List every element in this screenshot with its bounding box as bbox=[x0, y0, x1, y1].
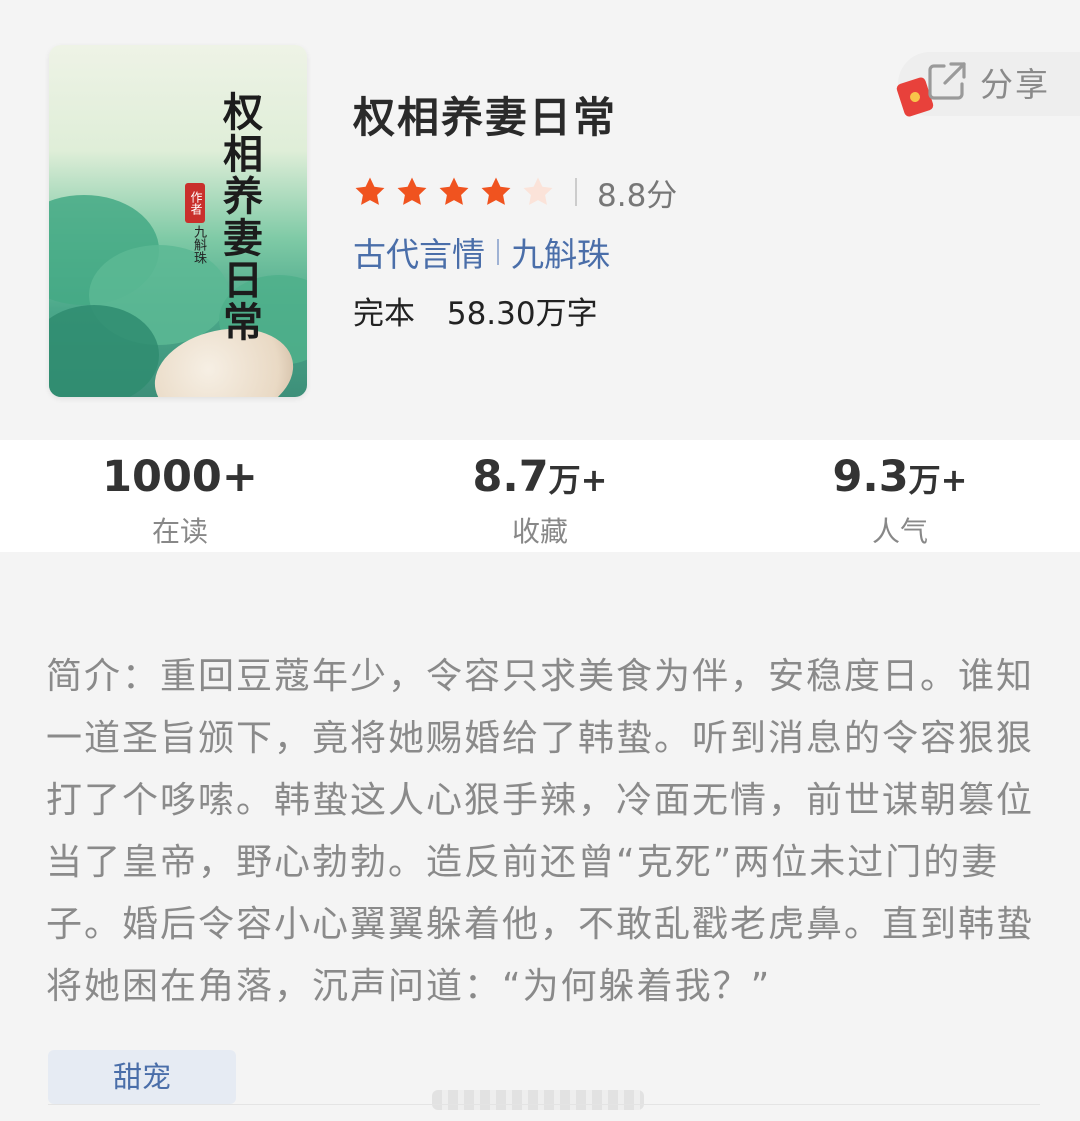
stat-value: 1000+ bbox=[0, 452, 360, 502]
cover-seal: 作者 bbox=[185, 183, 205, 223]
stat-label: 收藏 bbox=[511, 515, 568, 548]
stat-label: 在读 bbox=[151, 515, 208, 548]
stat-unit: 万+ bbox=[908, 461, 968, 499]
star-icon bbox=[481, 177, 511, 205]
stat-unit: 万+ bbox=[548, 461, 608, 499]
rating-divider bbox=[575, 178, 577, 206]
stat-number: 1000+ bbox=[102, 452, 258, 502]
stat-number: 9.3 bbox=[832, 452, 909, 502]
stats-bar: 1000+ 在读 8.7万+ 收藏 9.3万+ 人气 bbox=[0, 440, 1080, 552]
divider bbox=[48, 1104, 1040, 1105]
share-icon bbox=[928, 62, 966, 100]
star-icon bbox=[439, 177, 469, 205]
rating-stars bbox=[353, 175, 563, 209]
share-button[interactable]: 分享 bbox=[895, 52, 1080, 118]
rating-row: 8.8分 bbox=[353, 172, 678, 214]
star-icon bbox=[355, 177, 385, 205]
category-row: 古代言情 九斛珠 bbox=[353, 228, 610, 276]
category-link[interactable]: 古代言情 bbox=[353, 228, 485, 276]
author-link[interactable]: 九斛珠 bbox=[511, 228, 610, 276]
stat-label: 人气 bbox=[871, 515, 928, 548]
book-header: 权相养妻日常 作者 九斛珠 权相养妻日常 分享 8.8分 古代言情 九斛珠 完本… bbox=[0, 0, 1080, 436]
tag-chip[interactable]: 甜宠 bbox=[48, 1050, 236, 1104]
stat-value: 8.7万+ bbox=[360, 452, 720, 502]
cover-author: 九斛珠 bbox=[191, 225, 206, 264]
rating-score: 8.8分 bbox=[597, 177, 678, 214]
book-intro[interactable]: 简介：重回豆蔻年少，令容只求美食为伴，安稳度日。谁知一道圣旨颁下，竟将她赐婚给了… bbox=[46, 646, 1040, 1018]
book-status: 完本 bbox=[353, 296, 415, 332]
watermark bbox=[432, 1090, 644, 1110]
category-divider bbox=[497, 239, 499, 265]
star-icon bbox=[397, 177, 427, 205]
stat-value: 9.3万+ bbox=[720, 452, 1080, 502]
stat-number: 8.7 bbox=[472, 452, 549, 502]
word-count: 58.30万字 bbox=[446, 296, 598, 332]
star-icon bbox=[523, 177, 553, 205]
stat-popularity: 9.3万+ 人气 bbox=[720, 440, 1080, 550]
book-cover[interactable]: 权相养妻日常 作者 九斛珠 bbox=[49, 45, 307, 397]
book-title: 权相养妻日常 bbox=[353, 93, 618, 142]
stat-favorites: 8.7万+ 收藏 bbox=[360, 440, 720, 550]
share-label: 分享 bbox=[980, 65, 1050, 104]
stat-reading: 1000+ 在读 bbox=[0, 440, 360, 550]
book-meta: 完本 58.30万字 bbox=[353, 288, 598, 333]
